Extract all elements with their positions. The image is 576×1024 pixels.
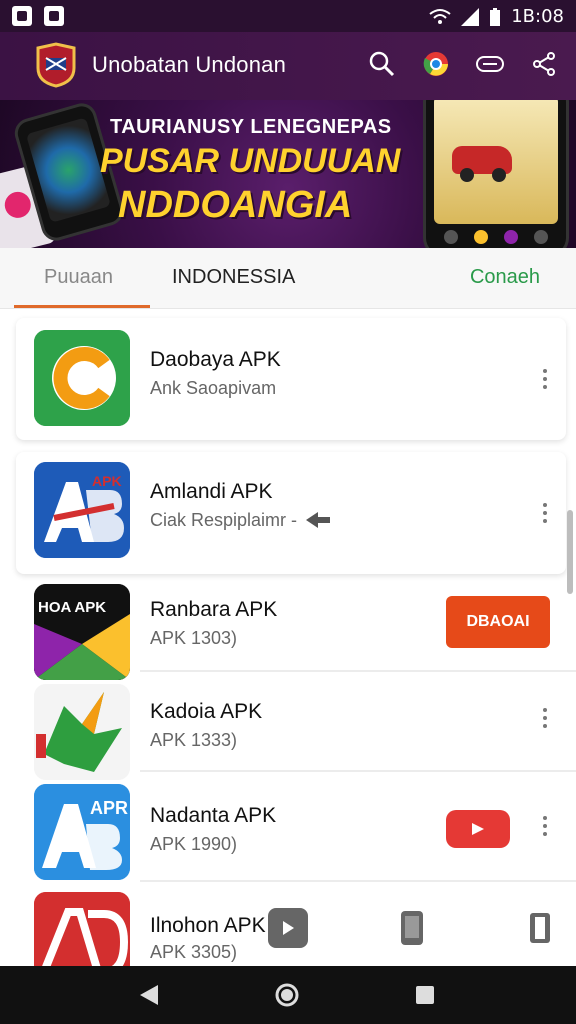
play-store-button[interactable] bbox=[268, 908, 308, 948]
item-title: Amlandi APK bbox=[150, 480, 273, 503]
item-subtitle: APK 1333) bbox=[150, 730, 238, 750]
car-illustration bbox=[452, 146, 512, 182]
app-icon-ranbara: HOA APK bbox=[34, 584, 130, 680]
divider bbox=[140, 770, 576, 772]
app-icon-nadanta: APR bbox=[34, 784, 130, 880]
app-bar: Unobatan Undonan bbox=[0, 32, 576, 100]
notification-icon bbox=[12, 6, 32, 26]
scrollbar[interactable] bbox=[567, 510, 573, 594]
ab-logo-icon: APR bbox=[34, 784, 130, 880]
system-nav-bar bbox=[0, 966, 576, 1024]
share-button[interactable] bbox=[528, 48, 560, 80]
tablet-icon bbox=[530, 913, 550, 943]
list-item[interactable]: HOA APK Ranbara APK APK 1303) DBAOAI bbox=[0, 578, 576, 680]
icon-label: HOA APK bbox=[38, 599, 106, 616]
item-title: Nadanta APK bbox=[150, 804, 277, 827]
signal-icon bbox=[461, 7, 480, 26]
cloud-icon bbox=[476, 56, 504, 72]
divider bbox=[140, 670, 576, 672]
item-subtitle: Ank Saoapivam bbox=[150, 378, 277, 398]
divider bbox=[140, 880, 576, 882]
banner-headline-2: NDDOANGIA bbox=[118, 184, 353, 226]
item-subtitle: APK 3305) bbox=[150, 942, 238, 962]
icon-label: APR bbox=[90, 798, 128, 818]
item-subtitle: APK 1990) bbox=[150, 834, 238, 854]
app-icon-kadoia bbox=[34, 684, 130, 780]
status-bar: 1B:08 bbox=[0, 0, 576, 32]
wifi-icon bbox=[429, 8, 451, 24]
share-icon bbox=[533, 52, 555, 76]
ab-logo-icon: APK bbox=[34, 462, 130, 558]
list-item-content: APK Amlandi APK Ciak Respiplaimr - bbox=[0, 452, 576, 574]
tab-puuaan[interactable]: Puuaan bbox=[44, 266, 113, 289]
back-icon[interactable] bbox=[136, 982, 162, 1008]
promo-banner[interactable]: TAURIANUSY LENEGNEPAS PUSAR UNDUUAN NDDO… bbox=[0, 100, 576, 248]
item-title: Daobaya APK bbox=[150, 348, 281, 371]
app-title: Unobatan Undonan bbox=[92, 52, 287, 77]
banner-subtitle: TAURIANUSY LENEGNEPAS bbox=[110, 116, 392, 138]
overflow-menu-icon[interactable] bbox=[536, 363, 554, 395]
item-title: Kadoia APK bbox=[150, 700, 263, 723]
c-logo-icon bbox=[34, 330, 130, 426]
overflow-menu-icon[interactable] bbox=[536, 497, 554, 529]
list-item-content: Daobaya APK Ank Saoapivam bbox=[0, 318, 576, 440]
app-icon-daobaya bbox=[34, 330, 130, 426]
notification-icon bbox=[44, 6, 64, 26]
item-subtitle: APK 1303) bbox=[150, 628, 238, 648]
phone-icon bbox=[401, 911, 423, 945]
hand-pointer-icon bbox=[306, 512, 330, 528]
overflow-menu-icon[interactable] bbox=[536, 702, 554, 734]
overflow-menu-icon[interactable] bbox=[536, 810, 554, 842]
home-icon[interactable] bbox=[274, 982, 300, 1008]
play-icon bbox=[472, 823, 484, 835]
item-title: Ilnohon APK bbox=[150, 914, 266, 937]
recents-icon[interactable] bbox=[412, 982, 438, 1008]
icon-label: APK bbox=[92, 473, 122, 489]
tab-indonesia[interactable]: INDONESSIA bbox=[172, 266, 295, 289]
play-icon bbox=[283, 921, 294, 935]
download-button[interactable]: DBAOAI bbox=[446, 596, 550, 648]
banner-headline: PUSAR UNDUUAN bbox=[100, 142, 401, 180]
tab-bar: Puuaan INDONESSIA Conaeh bbox=[0, 248, 576, 309]
phone-button[interactable] bbox=[392, 908, 432, 948]
search-icon bbox=[369, 51, 395, 77]
phone-illustration bbox=[426, 100, 566, 248]
list-item[interactable]: Kadoia APK APK 1333) bbox=[0, 678, 576, 780]
cloud-button[interactable] bbox=[474, 48, 506, 80]
leaf-logo-icon bbox=[34, 684, 130, 780]
item-title: Ranbara APK bbox=[150, 598, 278, 621]
apk-list: Daobaya APK Ank Saoapivam APK Amlandi AP… bbox=[0, 308, 576, 988]
colorful-logo-icon: HOA APK bbox=[34, 584, 130, 680]
video-button[interactable] bbox=[446, 810, 510, 848]
list-item[interactable]: APR Nadanta APK APK 1990) bbox=[0, 780, 576, 884]
search-button[interactable] bbox=[366, 48, 398, 80]
battery-icon bbox=[490, 7, 501, 26]
tablet-button[interactable] bbox=[520, 908, 560, 948]
app-icon-amlandi: APK bbox=[34, 462, 130, 558]
app-logo-icon bbox=[36, 42, 76, 88]
item-subtitle: Ciak Respiplaimr - bbox=[150, 510, 298, 530]
clock: 1B:08 bbox=[511, 6, 564, 27]
browser-button[interactable] bbox=[420, 48, 452, 80]
chrome-icon bbox=[423, 52, 448, 76]
tab-conaeh[interactable]: Conaeh bbox=[470, 266, 540, 289]
